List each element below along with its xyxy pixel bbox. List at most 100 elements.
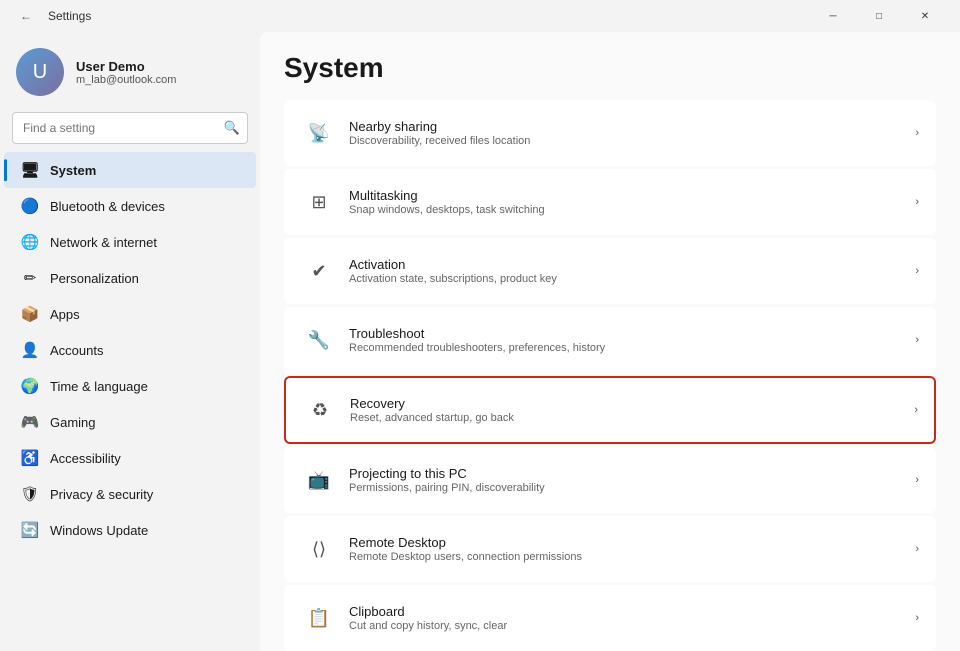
- setting-desc: Cut and copy history, sync, clear: [349, 620, 907, 632]
- setting-desc: Remote Desktop users, connection permiss…: [349, 551, 907, 563]
- user-name: User Demo: [76, 59, 176, 74]
- apps-icon: 📦: [20, 304, 40, 324]
- clipboard-icon: 📋: [301, 600, 337, 636]
- sidebar-item-personalization[interactable]: ✏ Personalization: [4, 260, 256, 296]
- setting-name: Recovery: [350, 396, 906, 411]
- setting-desc: Snap windows, desktops, task switching: [349, 204, 907, 216]
- setting-item-clipboard[interactable]: 📋 Clipboard Cut and copy history, sync, …: [284, 585, 936, 651]
- bluetooth-icon: 🔵: [20, 196, 40, 216]
- recovery-icon: ♻: [302, 392, 338, 428]
- accessibility-icon: ♿: [20, 448, 40, 468]
- setting-desc: Activation state, subscriptions, product…: [349, 273, 907, 285]
- multitasking-icon: ⊞: [301, 184, 337, 220]
- accounts-icon: 👤: [20, 340, 40, 360]
- setting-name: Clipboard: [349, 604, 907, 619]
- sidebar-item-time[interactable]: 🌍 Time & language: [4, 368, 256, 404]
- search-box: 🔍: [12, 112, 248, 144]
- setting-text: Troubleshoot Recommended troubleshooters…: [349, 326, 907, 354]
- setting-desc: Recommended troubleshooters, preferences…: [349, 342, 907, 354]
- chevron-right-icon: ›: [915, 265, 919, 277]
- time-icon: 🌍: [20, 376, 40, 396]
- sidebar-item-network[interactable]: 🌐 Network & internet: [4, 224, 256, 260]
- titlebar: ← Settings ─ □ ✕: [0, 0, 960, 32]
- setting-text: Activation Activation state, subscriptio…: [349, 257, 907, 285]
- sidebar-item-label: Apps: [50, 307, 80, 322]
- window-controls: ─ □ ✕: [810, 0, 948, 32]
- nav-list: 🖥 System 🔵 Bluetooth & devices 🌐 Network…: [0, 152, 260, 548]
- setting-name: Nearby sharing: [349, 119, 907, 134]
- settings-list: 📡 Nearby sharing Discoverability, receiv…: [284, 100, 936, 651]
- sidebar-item-accounts[interactable]: 👤 Accounts: [4, 332, 256, 368]
- sidebar-item-accessibility[interactable]: ♿ Accessibility: [4, 440, 256, 476]
- setting-name: Remote Desktop: [349, 535, 907, 550]
- privacy-icon: 🛡: [20, 484, 40, 504]
- close-button[interactable]: ✕: [902, 0, 948, 32]
- setting-name: Projecting to this PC: [349, 466, 907, 481]
- sidebar-item-label: Time & language: [50, 379, 148, 394]
- sidebar-item-system[interactable]: 🖥 System: [4, 152, 256, 188]
- chevron-right-icon: ›: [915, 127, 919, 139]
- projecting-icon: 📺: [301, 462, 337, 498]
- sidebar: U User Demo m_lab@outlook.com 🔍 🖥 System…: [0, 32, 260, 651]
- sidebar-item-label: Personalization: [50, 271, 139, 286]
- app-title: Settings: [48, 9, 91, 23]
- chevron-right-icon: ›: [915, 612, 919, 624]
- setting-name: Activation: [349, 257, 907, 272]
- main-layout: U User Demo m_lab@outlook.com 🔍 🖥 System…: [0, 32, 960, 651]
- setting-text: Nearby sharing Discoverability, received…: [349, 119, 907, 147]
- sidebar-item-label: Accessibility: [50, 451, 121, 466]
- sidebar-item-label: Bluetooth & devices: [50, 199, 165, 214]
- activation-icon: ✔: [301, 253, 337, 289]
- setting-item-troubleshoot[interactable]: 🔧 Troubleshoot Recommended troubleshoote…: [284, 307, 936, 373]
- setting-item-remote-desktop[interactable]: ⟨⟩ Remote Desktop Remote Desktop users, …: [284, 516, 936, 582]
- system-icon: 🖥: [20, 160, 40, 180]
- sidebar-item-label: Gaming: [50, 415, 96, 430]
- sidebar-item-update[interactable]: 🔄 Windows Update: [4, 512, 256, 548]
- setting-desc: Reset, advanced startup, go back: [350, 412, 906, 424]
- setting-item-multitasking[interactable]: ⊞ Multitasking Snap windows, desktops, t…: [284, 169, 936, 235]
- search-icon: 🔍: [224, 120, 240, 136]
- setting-desc: Discoverability, received files location: [349, 135, 907, 147]
- gaming-icon: 🎮: [20, 412, 40, 432]
- sidebar-item-label: Accounts: [50, 343, 103, 358]
- personalization-icon: ✏: [20, 268, 40, 288]
- back-button[interactable]: ←: [12, 2, 40, 30]
- sidebar-item-label: System: [50, 163, 96, 178]
- sidebar-item-label: Windows Update: [50, 523, 148, 538]
- chevron-right-icon: ›: [915, 543, 919, 555]
- search-input[interactable]: [12, 112, 248, 144]
- network-icon: 🌐: [20, 232, 40, 252]
- setting-item-nearby-sharing[interactable]: 📡 Nearby sharing Discoverability, receiv…: [284, 100, 936, 166]
- setting-text: Projecting to this PC Permissions, pairi…: [349, 466, 907, 494]
- user-info: User Demo m_lab@outlook.com: [76, 59, 176, 86]
- chevron-right-icon: ›: [915, 474, 919, 486]
- setting-item-recovery[interactable]: ♻ Recovery Reset, advanced startup, go b…: [284, 376, 936, 444]
- sidebar-item-apps[interactable]: 📦 Apps: [4, 296, 256, 332]
- sidebar-item-privacy[interactable]: 🛡 Privacy & security: [4, 476, 256, 512]
- user-profile[interactable]: U User Demo m_lab@outlook.com: [0, 32, 260, 108]
- sidebar-item-label: Network & internet: [50, 235, 157, 250]
- setting-name: Troubleshoot: [349, 326, 907, 341]
- sidebar-item-label: Privacy & security: [50, 487, 153, 502]
- sidebar-item-gaming[interactable]: 🎮 Gaming: [4, 404, 256, 440]
- maximize-button[interactable]: □: [856, 0, 902, 32]
- setting-item-activation[interactable]: ✔ Activation Activation state, subscript…: [284, 238, 936, 304]
- setting-desc: Permissions, pairing PIN, discoverabilit…: [349, 482, 907, 494]
- titlebar-nav: ←: [12, 2, 40, 30]
- troubleshoot-icon: 🔧: [301, 322, 337, 358]
- sidebar-item-bluetooth[interactable]: 🔵 Bluetooth & devices: [4, 188, 256, 224]
- chevron-right-icon: ›: [914, 404, 918, 416]
- setting-item-projecting[interactable]: 📺 Projecting to this PC Permissions, pai…: [284, 447, 936, 513]
- chevron-right-icon: ›: [915, 334, 919, 346]
- chevron-right-icon: ›: [915, 196, 919, 208]
- minimize-button[interactable]: ─: [810, 0, 856, 32]
- update-icon: 🔄: [20, 520, 40, 540]
- setting-text: Clipboard Cut and copy history, sync, cl…: [349, 604, 907, 632]
- setting-text: Multitasking Snap windows, desktops, tas…: [349, 188, 907, 216]
- nearby-sharing-icon: 📡: [301, 115, 337, 151]
- avatar: U: [16, 48, 64, 96]
- remote-desktop-icon: ⟨⟩: [301, 531, 337, 567]
- setting-text: Remote Desktop Remote Desktop users, con…: [349, 535, 907, 563]
- content-area: System 📡 Nearby sharing Discoverability,…: [260, 32, 960, 651]
- setting-name: Multitasking: [349, 188, 907, 203]
